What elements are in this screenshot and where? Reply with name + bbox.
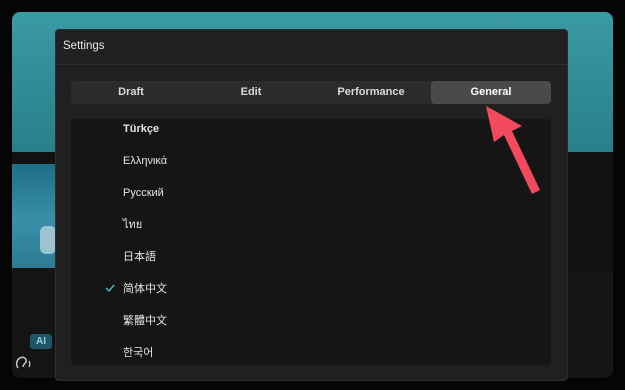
- tab-performance[interactable]: Performance: [311, 81, 431, 104]
- language-option-turkish[interactable]: Türkçe: [71, 121, 551, 153]
- tab-general[interactable]: General: [431, 81, 551, 104]
- screen: AI Settings Draft Edit Performance Gener…: [0, 0, 625, 390]
- language-option-simplified-chinese[interactable]: 简体中文: [71, 281, 551, 313]
- language-label: 简体中文: [123, 283, 167, 295]
- language-option-greek[interactable]: Ελληνικά: [71, 153, 551, 185]
- tab-edit[interactable]: Edit: [191, 81, 311, 104]
- title-divider: [56, 64, 567, 65]
- language-option-korean[interactable]: 한국어: [71, 345, 551, 365]
- check-icon: [105, 284, 115, 293]
- settings-dialog: Settings Draft Edit Performance General …: [55, 29, 568, 381]
- language-option-russian[interactable]: Русский: [71, 185, 551, 217]
- language-label: 한국어: [123, 347, 154, 359]
- language-option-thai[interactable]: ไทย: [71, 217, 551, 249]
- settings-tabs: Draft Edit Performance General: [71, 81, 551, 104]
- language-label: Ελληνικά: [123, 155, 168, 167]
- language-label: Türkçe: [123, 123, 160, 135]
- thumbnail-figure: [40, 226, 56, 254]
- language-label: 日本語: [123, 251, 156, 263]
- dialog-title: Settings: [63, 40, 105, 52]
- language-label: 繁體中文: [123, 315, 167, 327]
- language-label: Русский: [123, 187, 164, 199]
- language-list[interactable]: Türkçe Ελληνικά Русский ไทย 日本語 简体中文 繁體中…: [71, 119, 551, 365]
- tab-draft[interactable]: Draft: [71, 81, 191, 104]
- ear-icon[interactable]: [12, 352, 34, 374]
- language-option-japanese[interactable]: 日本語: [71, 249, 551, 281]
- ai-badge[interactable]: AI: [30, 334, 52, 349]
- language-label: ไทย: [123, 219, 143, 231]
- language-option-traditional-chinese[interactable]: 繁體中文: [71, 313, 551, 345]
